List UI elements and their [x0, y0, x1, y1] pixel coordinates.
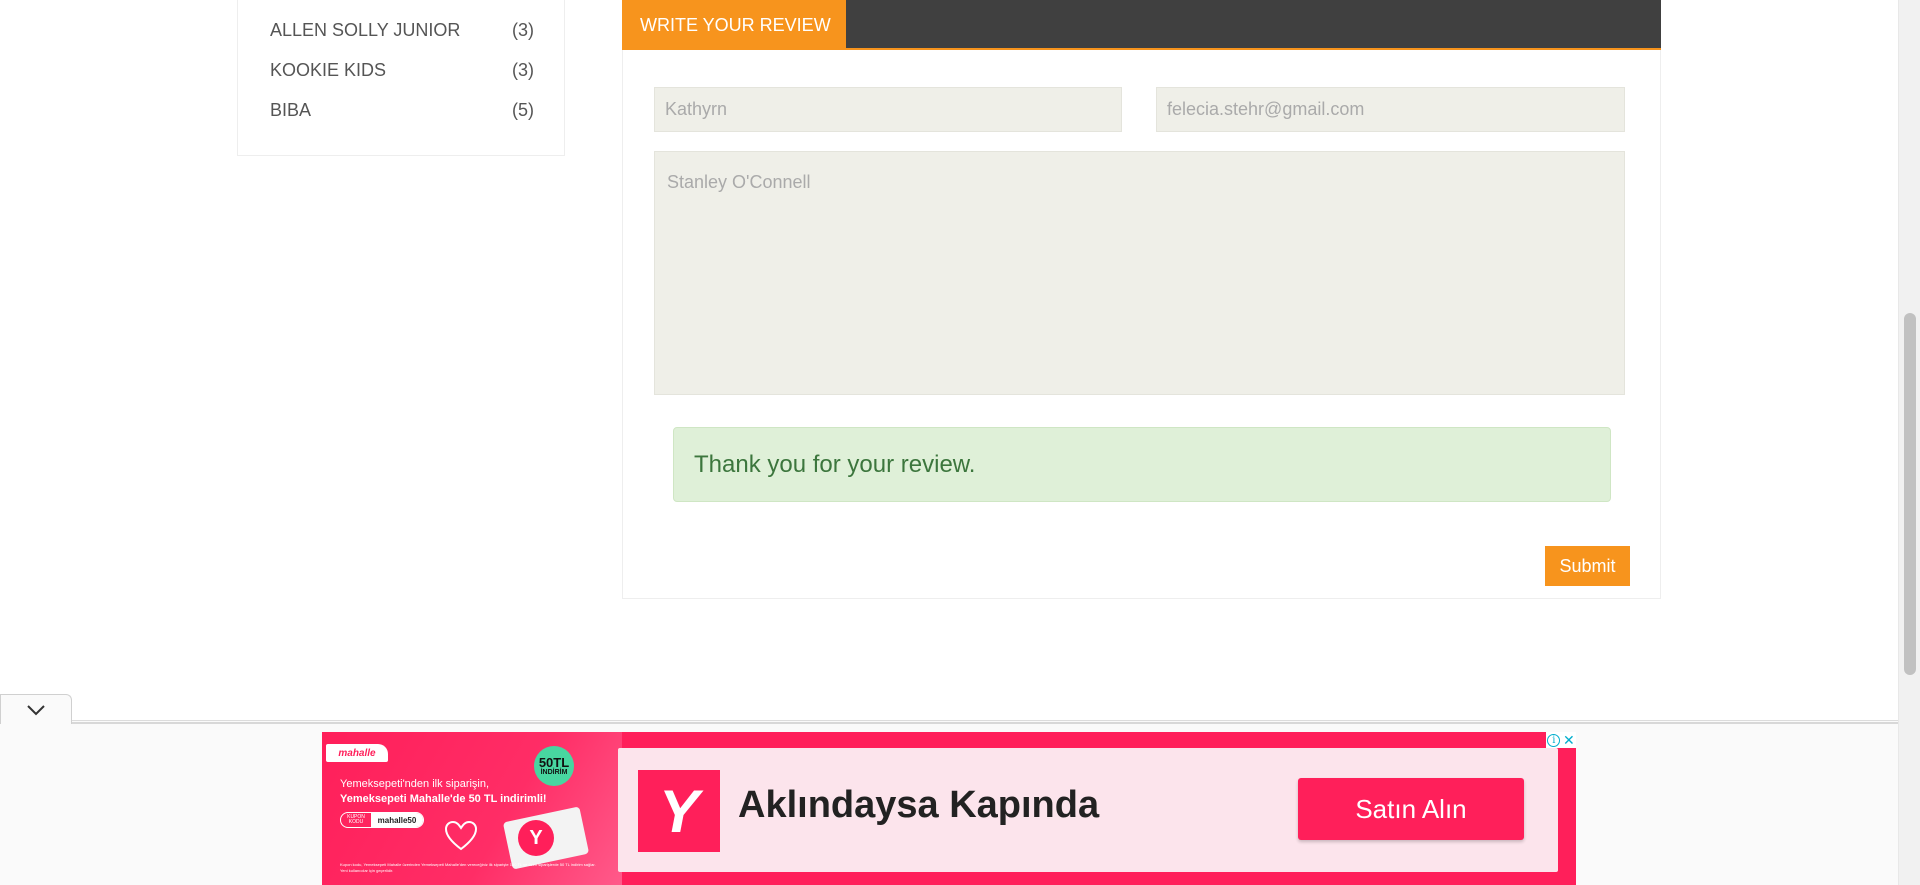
chevron-down-icon — [27, 704, 45, 715]
brand-filter-panel: ALLEN SOLLY JUNIOR (3) KOOKIE KIDS (3) B… — [237, 0, 565, 156]
ad-promo-panel: mahalle 50TL İNDİRİM Yemeksepeti'nden il… — [322, 732, 622, 885]
brand-count: (3) — [512, 59, 534, 80]
ad-line-1: Yemeksepeti'nden ilk siparişin, — [340, 778, 490, 790]
page-scrollbar[interactable] — [1898, 0, 1920, 885]
success-message: Thank you for your review. — [694, 450, 976, 478]
review-header-bar: WRITE YOUR REVIEW — [622, 0, 1661, 50]
buy-now-button[interactable]: Satın Alın — [1298, 778, 1524, 840]
brand-name: ALLEN SOLLY JUNIOR — [270, 19, 461, 40]
discount-badge: 50TL İNDİRİM — [534, 746, 574, 786]
scrollbar-thumb[interactable] — [1904, 313, 1916, 675]
brand-count: (5) — [512, 99, 534, 120]
mahalle-logo: mahalle — [326, 744, 388, 762]
badge-amount: 50TL — [538, 755, 570, 770]
email-field[interactable]: felecia.stehr@gmail.com — [1156, 87, 1625, 132]
brand-item-allen-solly-junior[interactable]: ALLEN SOLLY JUNIOR (3) — [270, 17, 534, 43]
page: ALLEN SOLLY JUNIOR (3) KOOKIE KIDS (3) B… — [0, 0, 1920, 885]
badge-text: İNDİRİM — [540, 769, 568, 776]
banner-ad[interactable]: mahalle 50TL İNDİRİM Yemeksepeti'nden il… — [322, 732, 1576, 885]
ad-main-card[interactable]: Y Aklındaysa Kapında Satın Alın — [618, 748, 1558, 872]
ad-collapse-toggle[interactable] — [0, 694, 72, 724]
submit-button[interactable]: Submit — [1545, 546, 1630, 586]
ad-line-2: Yemeksepeti Mahalle'de 50 TL indirimli! — [340, 793, 547, 805]
tab-write-review[interactable]: WRITE YOUR REVIEW — [622, 0, 846, 50]
success-alert: Thank you for your review. — [673, 427, 1611, 502]
brand-name: KOOKIE KIDS — [270, 59, 387, 80]
brand-name: BIBA — [270, 99, 312, 120]
name-field[interactable]: Kathyrn — [654, 87, 1122, 132]
brand-item-kookie-kids[interactable]: KOOKIE KIDS (3) — [270, 57, 534, 83]
coupon-label: KUPON KODU — [347, 814, 365, 825]
ad-dock-divider — [0, 722, 1898, 724]
info-icon[interactable]: i — [1547, 733, 1561, 747]
coupon-pill: KUPON KODU mahalle50 — [340, 812, 424, 828]
ad-fine-print: Kupon kodu, Yemeksepeti Mahalle üzerinde… — [340, 862, 596, 873]
ad-controls: i ✕ — [1546, 732, 1576, 748]
brand-count: (3) — [512, 19, 534, 40]
coupon-code: mahalle50 — [371, 813, 423, 827]
close-icon[interactable]: ✕ — [1563, 733, 1575, 747]
yemeksepeti-logo-icon: Y — [638, 770, 720, 852]
heart-icon — [444, 820, 478, 851]
brand-item-biba[interactable]: BIBA (5) — [270, 97, 534, 123]
ticket-logo: Y — [518, 820, 554, 856]
ad-headline: Aklındaysa Kapında — [738, 784, 1100, 826]
review-message-textarea[interactable]: Stanley O'Connell — [654, 151, 1625, 395]
